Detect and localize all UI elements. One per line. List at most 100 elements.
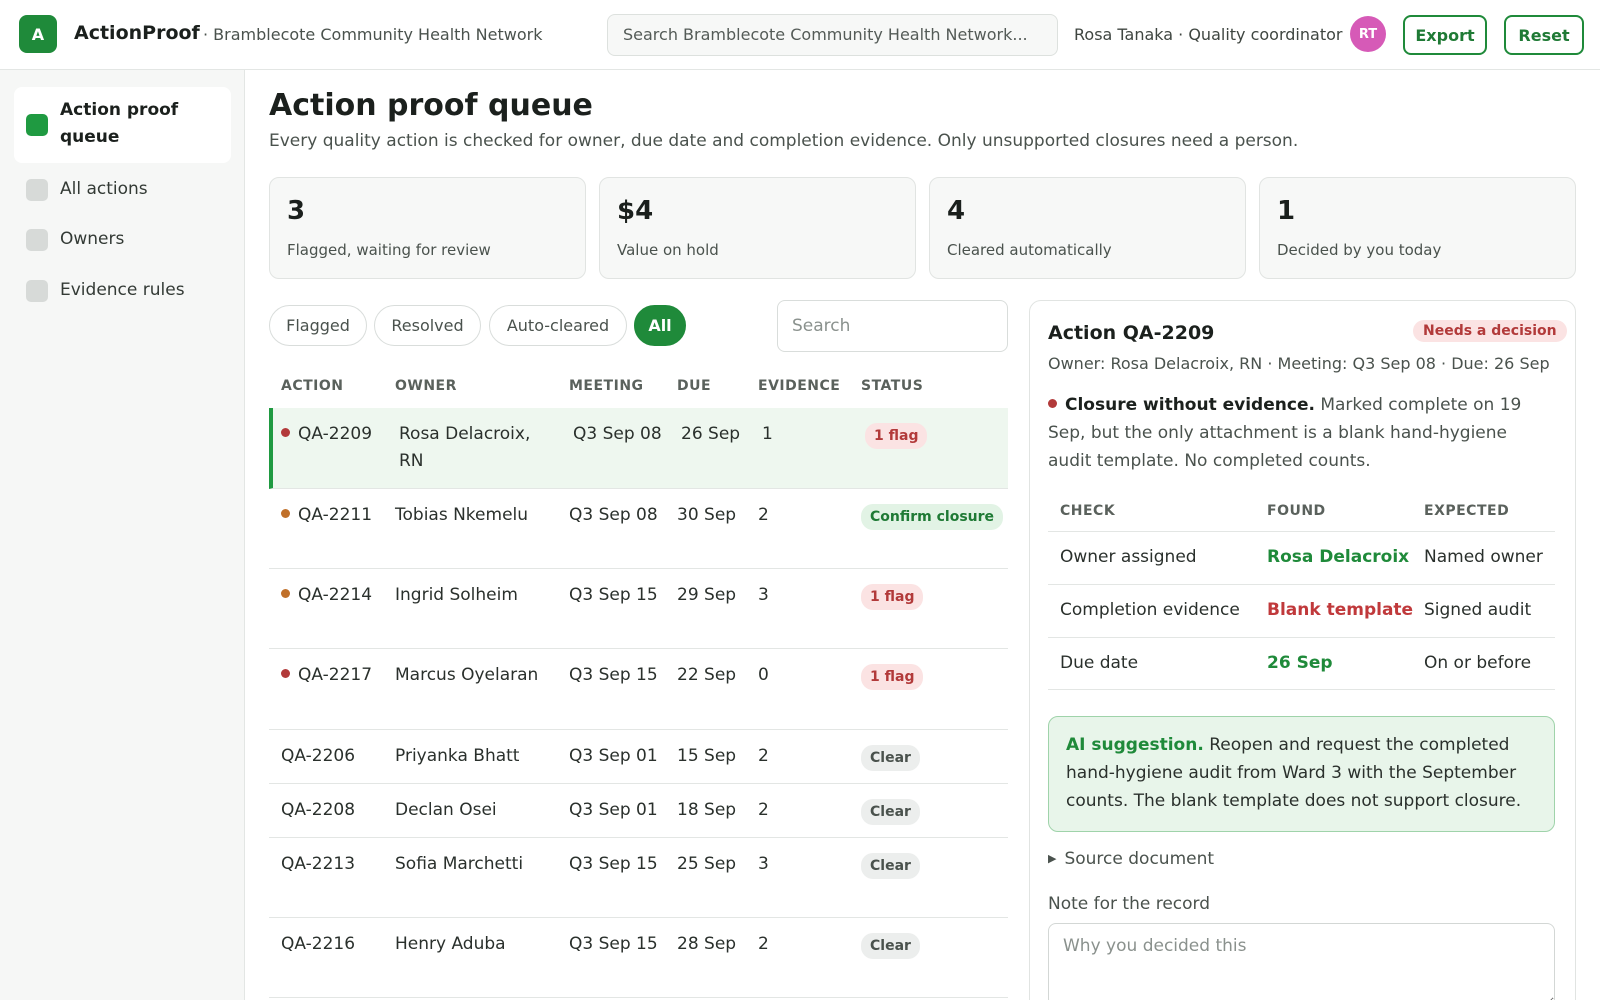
top-bar: A ActionProof · Bramblecote Community He… [0, 0, 1600, 70]
note-label: Note for the record [1048, 894, 1211, 914]
meeting-cell: Q3 Sep 15 [569, 585, 658, 605]
action-id-cell: QA-2209 [281, 421, 381, 448]
stat-card-flagged: 3 Flagged, waiting for review [269, 177, 586, 279]
owner-cell: Declan Osei [395, 800, 497, 820]
column-header[interactable]: EVIDENCE [758, 378, 840, 394]
filter-chip-all[interactable]: All [634, 305, 686, 346]
source-document-toggle[interactable]: ▶ Source document [1048, 849, 1214, 869]
evidence-cell: 3 [758, 585, 769, 605]
reset-button[interactable]: Reset [1504, 15, 1584, 55]
warning-dot-icon [281, 589, 290, 598]
table-row[interactable]: QA-2216 Henry Aduba Q3 Sep 15 28 Sep 2 C… [269, 918, 1008, 998]
warning-dot-icon [281, 509, 290, 518]
check-expected: On or before [1424, 653, 1532, 673]
flag-dot-icon [1048, 399, 1057, 408]
sidebar-item-label: Owners [60, 229, 125, 249]
avatar[interactable]: RT [1350, 16, 1386, 52]
table-search-input[interactable] [777, 300, 1008, 352]
table-row[interactable]: QA-2211 Tobias Nkemelu Q3 Sep 08 30 Sep … [269, 489, 1008, 569]
list-icon [26, 179, 48, 201]
finding-title: Closure without evidence. [1065, 395, 1315, 415]
column-header[interactable]: DUE [677, 378, 711, 394]
table-row[interactable]: QA-2206 Priyanka Bhatt Q3 Sep 01 15 Sep … [269, 730, 1008, 784]
people-icon [26, 229, 48, 251]
table-row[interactable]: QA-2217 Marcus Oyelaran Q3 Sep 15 22 Sep… [269, 649, 1008, 730]
column-header[interactable]: MEETING [569, 378, 644, 394]
export-button[interactable]: Export [1403, 15, 1487, 55]
status-badge: 1 flag [861, 584, 924, 610]
owner-cell: Rosa Delacroix, RN [399, 424, 531, 471]
table-row[interactable]: QA-2208 Declan Osei Q3 Sep 01 18 Sep 2 C… [269, 784, 1008, 838]
filter-chip-flagged[interactable]: Flagged [269, 305, 367, 346]
column-header: EXPECTED [1424, 503, 1510, 519]
column-header[interactable]: OWNER [395, 378, 457, 394]
due-cell: 26 Sep [681, 424, 741, 444]
filter-chip-auto-cleared[interactable]: Auto-cleared [489, 305, 627, 346]
status-badge: Clear [861, 933, 920, 959]
status-badge: Clear [861, 853, 920, 879]
sidebar-item-label: All actions [60, 179, 148, 199]
column-header: FOUND [1267, 503, 1326, 519]
check-expected: Signed audit [1424, 600, 1532, 620]
sidebar: Action proof queue All actions Owners Ev… [0, 70, 245, 1000]
meeting-cell: Q3 Sep 08 [569, 505, 658, 525]
app-name: ActionProof [74, 22, 200, 44]
evidence-cell: 2 [758, 746, 769, 766]
app-logo: A [19, 15, 57, 53]
check-row: Completion evidence Blank template Signe… [1048, 584, 1555, 637]
sidebar-item-action-proof-queue[interactable]: Action proof queue [14, 87, 231, 163]
finding-summary: Closure without evidence. Marked complet… [1048, 391, 1553, 475]
status-cell: 1 flag [865, 422, 928, 449]
detail-title: Action QA-2209 [1048, 322, 1215, 344]
global-search-input[interactable]: Search Bramblecote Community Health Netw… [607, 14, 1058, 56]
stat-value: $4 [617, 196, 654, 226]
action-id-cell: QA-2216 [281, 934, 356, 954]
check-name: Owner assigned [1060, 547, 1197, 567]
sidebar-item-owners[interactable]: Owners [14, 220, 231, 260]
sidebar-item-evidence-rules[interactable]: Evidence rules [14, 271, 231, 311]
status-badge: Clear [861, 745, 920, 771]
meeting-cell: Q3 Sep 01 [569, 800, 658, 820]
column-header[interactable]: STATUS [861, 378, 923, 394]
due-cell: 28 Sep [677, 934, 737, 954]
table-row[interactable]: QA-2213 Sofia Marchetti Q3 Sep 15 25 Sep… [269, 838, 1008, 918]
due-cell: 22 Sep [677, 665, 737, 685]
action-id-cell: QA-2214 [281, 582, 381, 609]
stat-label: Flagged, waiting for review [287, 241, 491, 259]
table-row[interactable]: QA-2209 Rosa Delacroix, RN Q3 Sep 08 26 … [269, 408, 1008, 489]
status-cell: Clear [861, 798, 920, 825]
column-header[interactable]: ACTION [281, 378, 344, 394]
owner-cell: Tobias Nkemelu [395, 505, 529, 525]
table-row[interactable]: QA-2214 Ingrid Solheim Q3 Sep 15 29 Sep … [269, 569, 1008, 649]
due-cell: 30 Sep [677, 505, 737, 525]
sidebar-item-label: Evidence rules [60, 280, 185, 300]
due-cell: 25 Sep [677, 854, 737, 874]
status-cell: 1 flag [861, 583, 924, 610]
due-cell: 18 Sep [677, 800, 737, 820]
check-name: Due date [1060, 653, 1139, 673]
status-badge: Needs a decision [1413, 320, 1567, 342]
stat-label: Decided by you today [1277, 241, 1442, 259]
status-badge: Confirm closure [861, 504, 1004, 530]
status-cell: Clear [861, 852, 920, 879]
queue-icon [26, 114, 48, 136]
due-cell: 29 Sep [677, 585, 737, 605]
column-header: CHECK [1060, 503, 1116, 519]
status-badge: Clear [861, 799, 920, 825]
check-expected: Named owner [1424, 547, 1543, 567]
action-id-cell: QA-2217 [281, 662, 381, 689]
source-document-label: Source document [1064, 849, 1215, 869]
check-found: 26 Sep [1267, 653, 1333, 673]
evidence-cell: 0 [758, 665, 769, 685]
stat-value: 3 [287, 196, 306, 226]
flag-dot-icon [281, 428, 290, 437]
evidence-cell: 3 [758, 854, 769, 874]
action-detail-panel: Action QA-2209 Needs a decision Owner: R… [1029, 300, 1576, 1000]
check-row: Owner assigned Rosa Delacroix Named owne… [1048, 531, 1555, 584]
filter-chip-resolved[interactable]: Resolved [374, 305, 481, 346]
sidebar-item-all-actions[interactable]: All actions [14, 170, 231, 210]
note-textarea[interactable] [1048, 923, 1555, 1000]
ai-suggestion-label: AI suggestion. [1066, 735, 1204, 755]
meeting-cell: Q3 Sep 15 [569, 854, 658, 874]
action-id-cell: QA-2208 [281, 800, 356, 820]
